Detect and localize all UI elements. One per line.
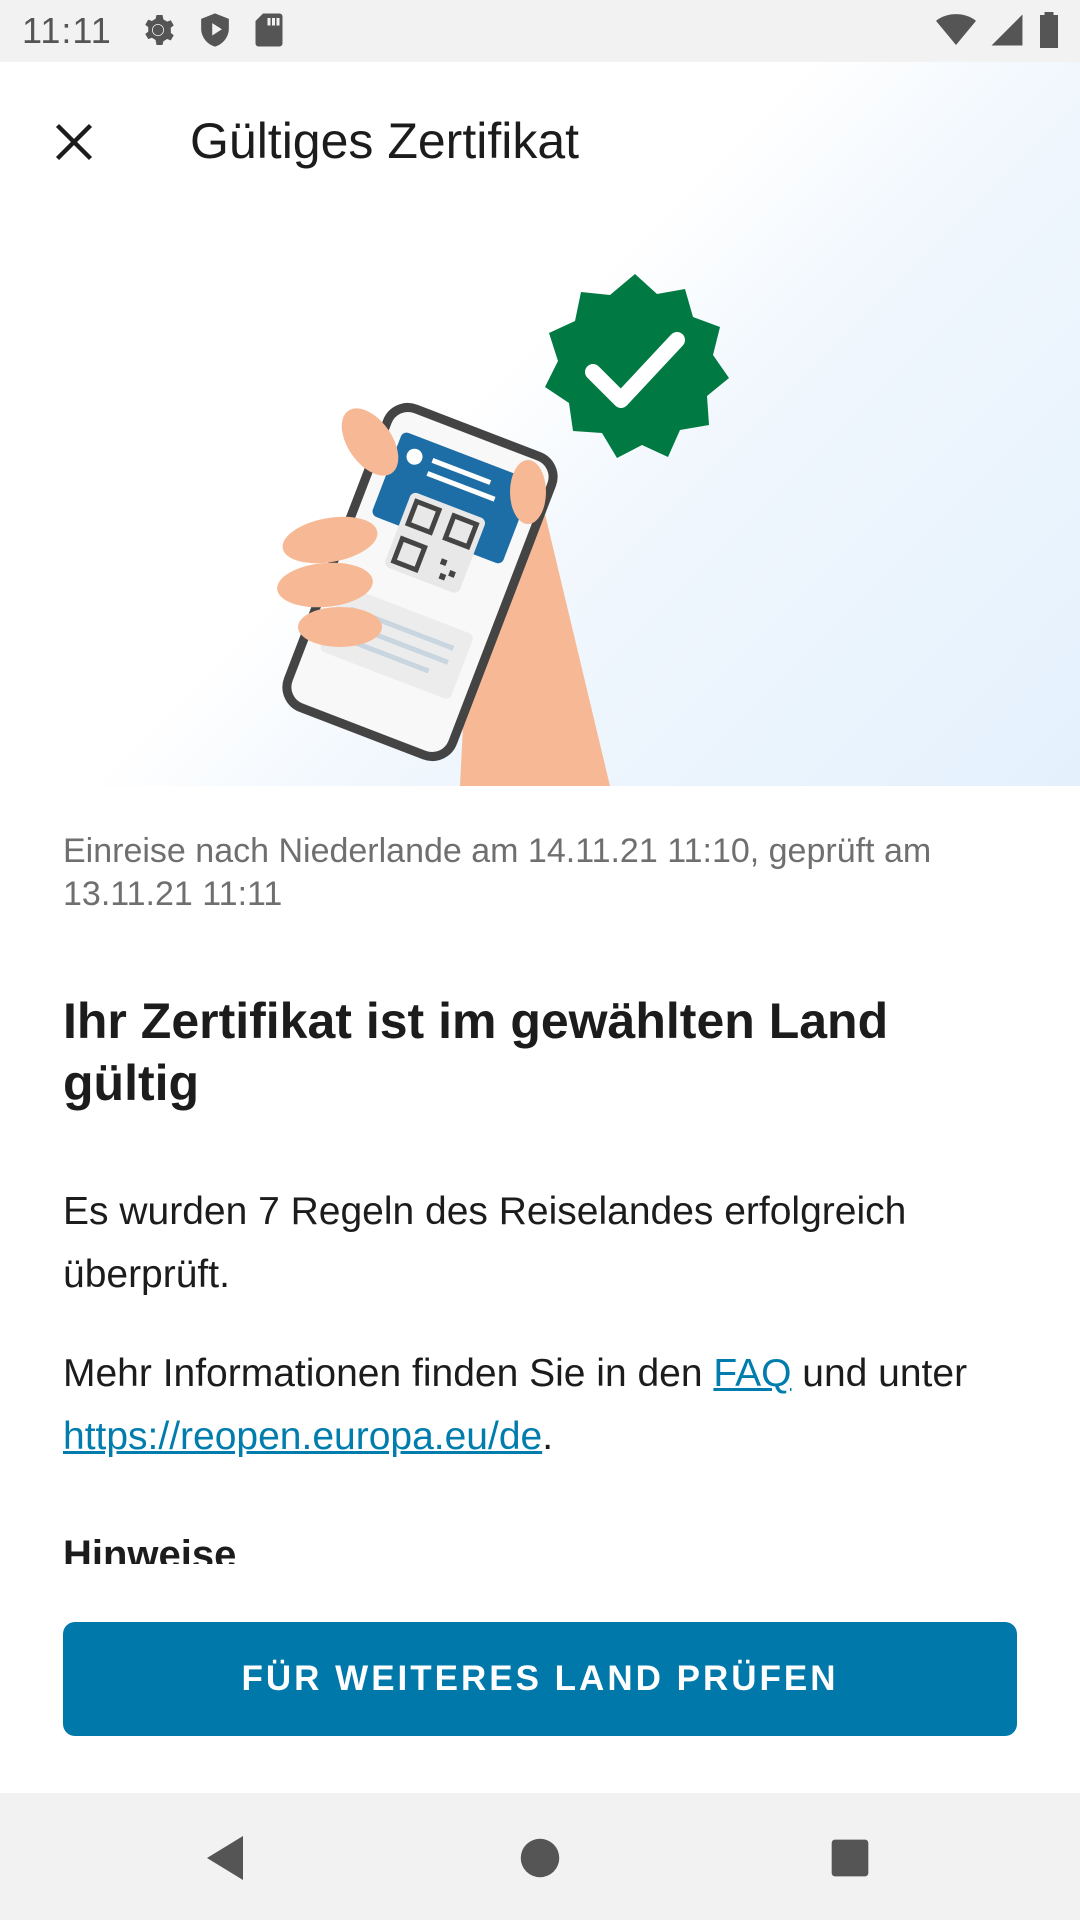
more-info-prefix: Mehr Informationen finden Sie in den xyxy=(63,1352,714,1395)
sd-card-icon xyxy=(254,12,284,48)
more-info-middle: und unter xyxy=(791,1352,968,1395)
hints-heading: Hinweise xyxy=(63,1533,237,1564)
battery-icon xyxy=(1038,12,1060,48)
shield-icon xyxy=(198,12,232,48)
close-icon xyxy=(55,123,93,161)
entry-info: Einreise nach Niederlande am 14.11.21 11… xyxy=(63,832,932,913)
nav-home-button[interactable] xyxy=(505,1823,575,1893)
status-bar: 11:11 xyxy=(0,0,1080,62)
more-info-text: Mehr Informationen finden Sie in den FAQ… xyxy=(63,1342,1023,1468)
status-left-icons xyxy=(140,12,284,48)
settings-icon xyxy=(140,12,176,48)
status-time: 11:11 xyxy=(22,10,112,51)
hints-section: Hinweise xyxy=(63,1530,1023,1564)
faq-link[interactable]: FAQ xyxy=(713,1352,791,1395)
back-triangle-icon xyxy=(207,1836,243,1880)
result-heading: Ihr Zertifikat ist im gewählten Land gül… xyxy=(63,993,889,1111)
wifi-icon xyxy=(936,12,976,48)
home-circle-icon xyxy=(520,1838,560,1878)
nav-back-button[interactable] xyxy=(190,1823,260,1893)
nav-recents-button[interactable] xyxy=(815,1823,885,1893)
status-right-icons xyxy=(936,12,1060,48)
page-title: Gültiges Zertifikat xyxy=(190,113,580,169)
check-another-country-label: FÜR WEITERES LAND PRÜFEN xyxy=(241,1659,839,1698)
rules-text: Es wurden 7 Regeln des Reiselandes erfol… xyxy=(63,1190,907,1296)
close-button[interactable] xyxy=(42,110,106,174)
verified-check-badge-icon xyxy=(545,274,729,458)
more-info-suffix: . xyxy=(542,1415,554,1458)
check-another-country-button[interactable]: FÜR WEITERES LAND PRÜFEN xyxy=(63,1622,1017,1736)
reopen-europa-link[interactable]: https://reopen.europa.eu/de xyxy=(63,1415,542,1458)
signal-icon xyxy=(990,12,1024,48)
app-header: Gültiges Zertifikat xyxy=(0,62,1080,212)
recents-square-icon xyxy=(831,1839,869,1877)
system-nav-bar xyxy=(0,1793,1080,1920)
